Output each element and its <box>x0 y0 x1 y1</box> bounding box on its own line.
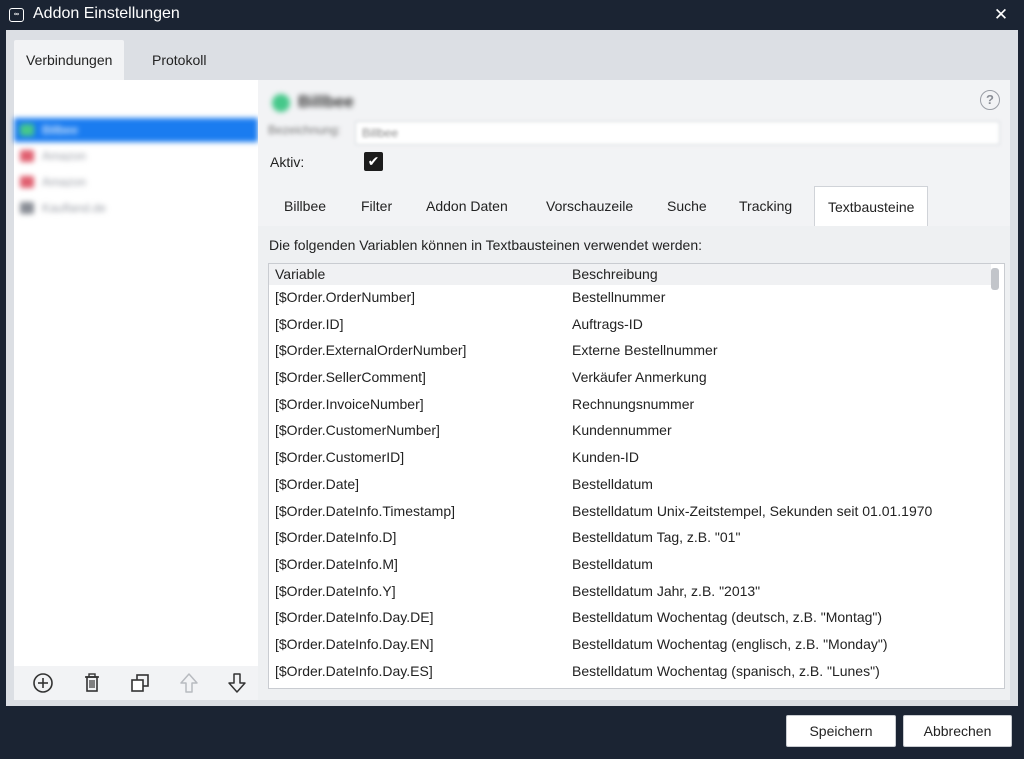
arrow-up-icon[interactable] <box>176 670 202 696</box>
variable-cell: [$Order.SellerComment] <box>275 369 426 386</box>
connection-detail: Billbee ? Bezeichnung: Aktiv: ✔ Billbee … <box>258 80 1010 700</box>
table-row[interactable]: [$Order.InvoiceNumber] Rechnungsnummer <box>269 392 991 419</box>
trash-icon[interactable] <box>79 670 105 696</box>
active-checkbox[interactable]: ✔ <box>364 152 383 171</box>
table-row[interactable]: [$Order.DateInfo.Y] Bestelldatum Jahr, z.… <box>269 579 991 606</box>
variable-cell: [$Order.DateInfo.Day.DE] <box>275 609 434 626</box>
connection-header: Billbee <box>272 92 382 114</box>
connection-toolbar <box>14 666 258 700</box>
variable-cell: [$Order.CustomerNumber] <box>275 422 440 439</box>
description-cell: Bestelldatum Wochentag (spanisch, z.B. "… <box>572 662 880 679</box>
subtab-addon-daten[interactable]: Addon Daten <box>426 186 508 226</box>
name-label: Bezeichnung: <box>268 123 341 137</box>
connection-item-billbee[interactable]: Billbee <box>14 118 258 142</box>
table-row[interactable]: [$Order.OrderNumber] Bestellnummer <box>269 285 991 312</box>
window-title: Addon Einstellungen <box>33 5 180 22</box>
textbausteine-panel: Die folgenden Variablen können in Textba… <box>258 226 1010 700</box>
add-icon[interactable] <box>30 670 56 696</box>
connection-icon <box>20 124 34 136</box>
title-bar: ∞ Addon Einstellungen ✕ <box>0 0 1024 30</box>
description-cell: Bestellnummer <box>572 289 666 305</box>
table-row[interactable]: [$Order.ExternalOrderNumber] Externe Best… <box>269 338 991 365</box>
description-cell: Bestelldatum Unix-Zeitstempel, Sekunden … <box>572 502 933 519</box>
connection-item[interactable]: Amazon <box>14 170 258 194</box>
variable-cell: [$Order.DateInfo.D] <box>275 529 397 546</box>
active-label: Aktiv: <box>270 154 305 170</box>
connection-icon <box>20 176 34 188</box>
close-icon[interactable]: ✕ <box>986 2 1016 28</box>
description-cell: Kundennummer <box>572 422 672 439</box>
connection-item[interactable]: Kaufland.de <box>14 196 258 220</box>
connection-item[interactable]: Amazon <box>14 144 258 168</box>
table-row[interactable]: [$Order.SellerComment] Verkäufer Anmerkun… <box>269 365 991 392</box>
variable-cell: [$Order.DateInfo.Timestamp] <box>275 502 455 519</box>
arrow-down-icon[interactable] <box>224 670 250 696</box>
table-scrollbar[interactable] <box>991 268 999 290</box>
name-input[interactable] <box>355 121 1000 145</box>
connection-list: Billbee Amazon Amazon Kaufland.de <box>14 80 258 700</box>
table-row[interactable]: [$Order.DateInfo.Timestamp] Bestelldatum … <box>269 499 991 526</box>
duplicate-icon[interactable] <box>127 670 153 696</box>
subtab-suche[interactable]: Suche <box>667 186 707 226</box>
description-cell: Bestelldatum Tag, z.B. "01" <box>572 529 741 546</box>
variables-table: Variable Beschreibung [$Order.OrderNumbe… <box>268 263 1005 689</box>
connection-label: Kaufland.de <box>42 201 107 215</box>
variable-cell: [$Order.InvoiceNumber] <box>275 395 424 412</box>
cancel-button[interactable]: Abbrechen <box>903 715 1012 747</box>
description-cell: Verkäufer Anmerkung <box>572 369 707 386</box>
connection-icon <box>272 94 290 112</box>
description-cell: Bestelldatum Wochentag (englisch, z.B. "… <box>572 635 888 652</box>
description-cell: Bestelldatum <box>572 475 653 492</box>
description-cell: Bestelldatum <box>572 555 653 572</box>
tab-protokoll[interactable]: Protokoll <box>140 40 218 80</box>
description-cell: Bestelldatum Jahr, z.B. "2013" <box>572 582 761 599</box>
subtab-billbee[interactable]: Billbee <box>284 186 326 226</box>
table-row[interactable]: [$Order.CustomerNumber] Kundennummer <box>269 418 991 445</box>
subtab-textbausteine[interactable]: Textbausteine <box>814 186 929 226</box>
table-row[interactable]: [$Order.DateInfo.D] Bestelldatum Tag, z.B… <box>269 525 991 552</box>
table-row[interactable]: [$Order.DateInfo.M] Bestelldatum <box>269 552 991 579</box>
variable-cell: [$Order.Date] <box>275 475 360 492</box>
connection-label: Billbee <box>42 123 79 137</box>
variable-cell: [$Order.CustomerID] <box>275 449 405 466</box>
table-row[interactable]: [$Order.DateInfo.Day.EN] Bestelldatum Woc… <box>269 632 991 659</box>
dialog-client-area: Verbindungen Protokoll Billbee Amazon Am… <box>6 30 1018 706</box>
description-cell: Kunden-ID <box>572 449 639 466</box>
app-icon: ∞ <box>9 8 24 22</box>
tab-verbindungen[interactable]: Verbindungen <box>14 40 125 80</box>
subtab-vorschauzeile[interactable]: Vorschauzeile <box>546 186 633 226</box>
table-header: Variable Beschreibung <box>269 264 991 285</box>
table-row[interactable]: [$Order.DateInfo.Day.ES] Bestelldatum Woc… <box>269 659 991 686</box>
table-row[interactable]: [$Order.Date] Bestelldatum <box>269 472 991 499</box>
description-cell: Bestelldatum Wochentag (deutsch, z.B. "M… <box>572 609 883 626</box>
description-cell: Externe Bestellnummer <box>572 342 718 359</box>
table-row[interactable]: [$Order.DateInfo.Day.DE] Bestelldatum Woc… <box>269 605 991 632</box>
help-icon[interactable]: ? <box>980 90 1000 110</box>
variable-cell: [$Order.DateInfo.Day.ES] <box>275 662 433 679</box>
description-cell: Rechnungsnummer <box>572 395 695 412</box>
table-row[interactable]: [$Order.ID] Auftrags-ID <box>269 312 991 339</box>
subtab-tracking[interactable]: Tracking <box>739 186 792 226</box>
variables-intro-text: Die folgenden Variablen können in Textba… <box>269 237 703 253</box>
connection-icon <box>20 150 34 162</box>
table-body: [$Order.OrderNumber] Bestellnummer [$Order… <box>269 285 991 685</box>
description-cell: Auftrags-ID <box>572 315 643 332</box>
variable-cell: [$Order.DateInfo.Day.EN] <box>275 635 434 652</box>
connection-label: Amazon <box>42 175 87 189</box>
column-header-description[interactable]: Beschreibung <box>572 266 658 282</box>
subtab-filter[interactable]: Filter <box>361 186 392 226</box>
variable-cell: [$Order.DateInfo.Y] <box>275 582 396 599</box>
dialog-footer: Speichern Abbrechen <box>0 706 1024 759</box>
variable-cell: [$Order.DateInfo.M] <box>275 555 398 572</box>
save-button[interactable]: Speichern <box>786 715 896 747</box>
connection-icon <box>20 202 34 214</box>
table-row[interactable]: [$Order.CustomerID] Kunden-ID <box>269 445 991 472</box>
connection-title: Billbee <box>298 92 354 111</box>
variable-cell: [$Order.ID] <box>275 315 344 332</box>
connection-label: Amazon <box>42 149 87 163</box>
column-header-variable[interactable]: Variable <box>275 266 325 282</box>
variable-cell: [$Order.OrderNumber] <box>275 289 416 305</box>
variable-cell: [$Order.ExternalOrderNumber] <box>275 342 467 359</box>
